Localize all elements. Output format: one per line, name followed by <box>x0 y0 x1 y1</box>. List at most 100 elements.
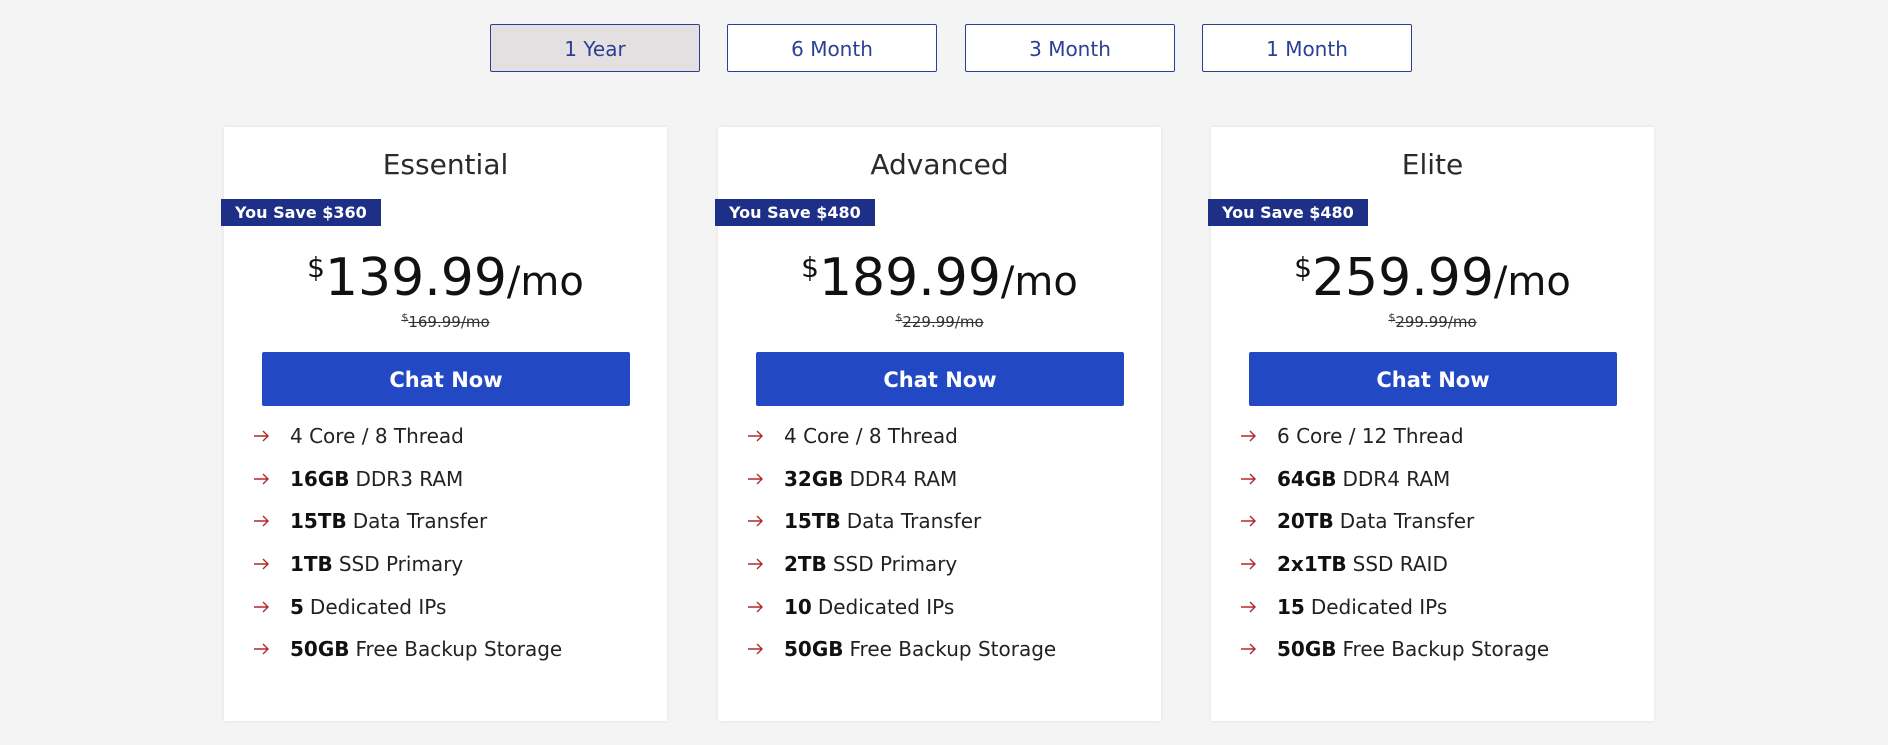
arrow-right-icon <box>1241 558 1263 570</box>
feature-label: SSD Primary <box>832 552 958 577</box>
feature-value: 1TB <box>290 552 333 577</box>
original-price-amount: 229.99/mo <box>902 313 984 331</box>
tab-1-month[interactable]: 1 Month <box>1202 24 1412 72</box>
arrow-right-icon <box>254 515 276 527</box>
feature-label: DDR4 RAM <box>1342 466 1451 491</box>
tab-1-year[interactable]: 1 Year <box>490 24 700 72</box>
feature-value: 15 <box>1277 594 1305 619</box>
feature-value: 16GB <box>290 466 350 491</box>
plan-price: $259.99/mo <box>1211 252 1654 304</box>
arrow-right-icon <box>1241 515 1263 527</box>
feature-label: 4 Core / 8 Thread <box>290 424 464 449</box>
feature-label: 6 Core / 12 Thread <box>1277 424 1464 449</box>
feature-item: 1TB SSD Primary <box>254 543 654 586</box>
price-period: /mo <box>1000 259 1078 305</box>
arrow-right-icon <box>254 473 276 485</box>
feature-label: Free Backup Storage <box>355 637 563 662</box>
feature-item: 4 Core / 8 Thread <box>748 415 1148 458</box>
price-period: /mo <box>506 259 584 305</box>
feature-item: 10 Dedicated IPs <box>748 585 1148 628</box>
price-currency: $ <box>307 251 325 284</box>
original-price: $299.99/mo <box>1211 311 1654 331</box>
original-price-amount: 169.99/mo <box>408 313 490 331</box>
feature-item: 15TB Data Transfer <box>254 500 654 543</box>
feature-label: Data Transfer <box>352 509 488 534</box>
feature-value: 50GB <box>290 637 350 662</box>
chat-now-button[interactable]: Chat Now <box>1249 352 1617 406</box>
plan-card-essential: Essential You Save $360 $139.99/mo $169.… <box>221 127 667 721</box>
feature-item: 15 Dedicated IPs <box>1241 585 1641 628</box>
feature-item: 50GB Free Backup Storage <box>748 628 1148 671</box>
arrow-right-icon <box>748 473 770 485</box>
feature-value: 2x1TB <box>1277 552 1347 577</box>
price-amount: 259.99 <box>1311 248 1494 308</box>
feature-item: 50GB Free Backup Storage <box>254 628 654 671</box>
feature-value: 32GB <box>784 466 844 491</box>
feature-item: 4 Core / 8 Thread <box>254 415 654 458</box>
arrow-right-icon <box>1241 601 1263 613</box>
feature-value: 15TB <box>784 509 841 534</box>
feature-item: 15TB Data Transfer <box>748 500 1148 543</box>
chat-now-button[interactable]: Chat Now <box>756 352 1124 406</box>
feature-item: 5 Dedicated IPs <box>254 585 654 628</box>
feature-label: 4 Core / 8 Thread <box>784 424 958 449</box>
plan-price: $189.99/mo <box>718 252 1161 304</box>
original-price: $169.99/mo <box>224 311 667 331</box>
price-amount: 139.99 <box>324 248 507 308</box>
plan-name: Advanced <box>870 148 1009 181</box>
feature-value: 50GB <box>1277 637 1337 662</box>
feature-label: SSD RAID <box>1352 552 1448 577</box>
arrow-right-icon <box>254 558 276 570</box>
plan-name: Essential <box>382 148 509 181</box>
savings-badge: You Save $480 <box>1208 199 1368 226</box>
arrow-right-icon <box>1241 643 1263 655</box>
feature-item: 50GB Free Backup Storage <box>1241 628 1641 671</box>
arrow-right-icon <box>254 430 276 442</box>
arrow-right-icon <box>748 601 770 613</box>
feature-value: 2TB <box>784 552 827 577</box>
arrow-right-icon <box>748 515 770 527</box>
feature-value: 50GB <box>784 637 844 662</box>
arrow-right-icon <box>1241 473 1263 485</box>
arrow-right-icon <box>748 430 770 442</box>
price-amount: 189.99 <box>818 248 1001 308</box>
feature-label: Dedicated IPs <box>309 594 447 619</box>
feature-item: 2x1TB SSD RAID <box>1241 543 1641 586</box>
arrow-right-icon <box>748 643 770 655</box>
feature-label: Free Backup Storage <box>849 637 1057 662</box>
tab-3-month[interactable]: 3 Month <box>965 24 1175 72</box>
plan-price: $139.99/mo <box>224 252 667 304</box>
feature-item: 2TB SSD Primary <box>748 543 1148 586</box>
arrow-right-icon <box>254 643 276 655</box>
feature-item: 16GB DDR3 RAM <box>254 458 654 501</box>
plan-card-elite: Elite You Save $480 $259.99/mo $299.99/m… <box>1208 127 1654 721</box>
feature-value: 5 <box>290 594 304 619</box>
feature-label: Free Backup Storage <box>1342 637 1550 662</box>
feature-label: Dedicated IPs <box>817 594 955 619</box>
feature-value: 20TB <box>1277 509 1334 534</box>
tab-6-month[interactable]: 6 Month <box>727 24 937 72</box>
feature-item: 64GB DDR4 RAM <box>1241 458 1641 501</box>
feature-item: 6 Core / 12 Thread <box>1241 415 1641 458</box>
savings-badge: You Save $360 <box>221 199 381 226</box>
feature-label: DDR3 RAM <box>355 466 464 491</box>
feature-value: 15TB <box>290 509 347 534</box>
price-currency: $ <box>801 251 819 284</box>
feature-list: 6 Core / 12 Thread 64GB DDR4 RAM 20TB Data… <box>1241 415 1641 671</box>
feature-value: 64GB <box>1277 466 1337 491</box>
arrow-right-icon <box>254 601 276 613</box>
plan-name: Elite <box>1401 148 1464 181</box>
arrow-right-icon <box>748 558 770 570</box>
arrow-right-icon <box>1241 430 1263 442</box>
feature-label: DDR4 RAM <box>849 466 958 491</box>
feature-item: 32GB DDR4 RAM <box>748 458 1148 501</box>
feature-item: 20TB Data Transfer <box>1241 500 1641 543</box>
feature-list: 4 Core / 8 Thread 32GB DDR4 RAM 15TB Data … <box>748 415 1148 671</box>
feature-list: 4 Core / 8 Thread 16GB DDR3 RAM 15TB Data … <box>254 415 654 671</box>
plan-card-advanced: Advanced You Save $480 $189.99/mo $229.9… <box>715 127 1161 721</box>
chat-now-button[interactable]: Chat Now <box>262 352 630 406</box>
feature-label: Dedicated IPs <box>1310 594 1448 619</box>
savings-badge: You Save $480 <box>715 199 875 226</box>
feature-value: 10 <box>784 594 812 619</box>
billing-period-tabs: 1 Year 6 Month 3 Month 1 Month <box>0 24 1888 74</box>
